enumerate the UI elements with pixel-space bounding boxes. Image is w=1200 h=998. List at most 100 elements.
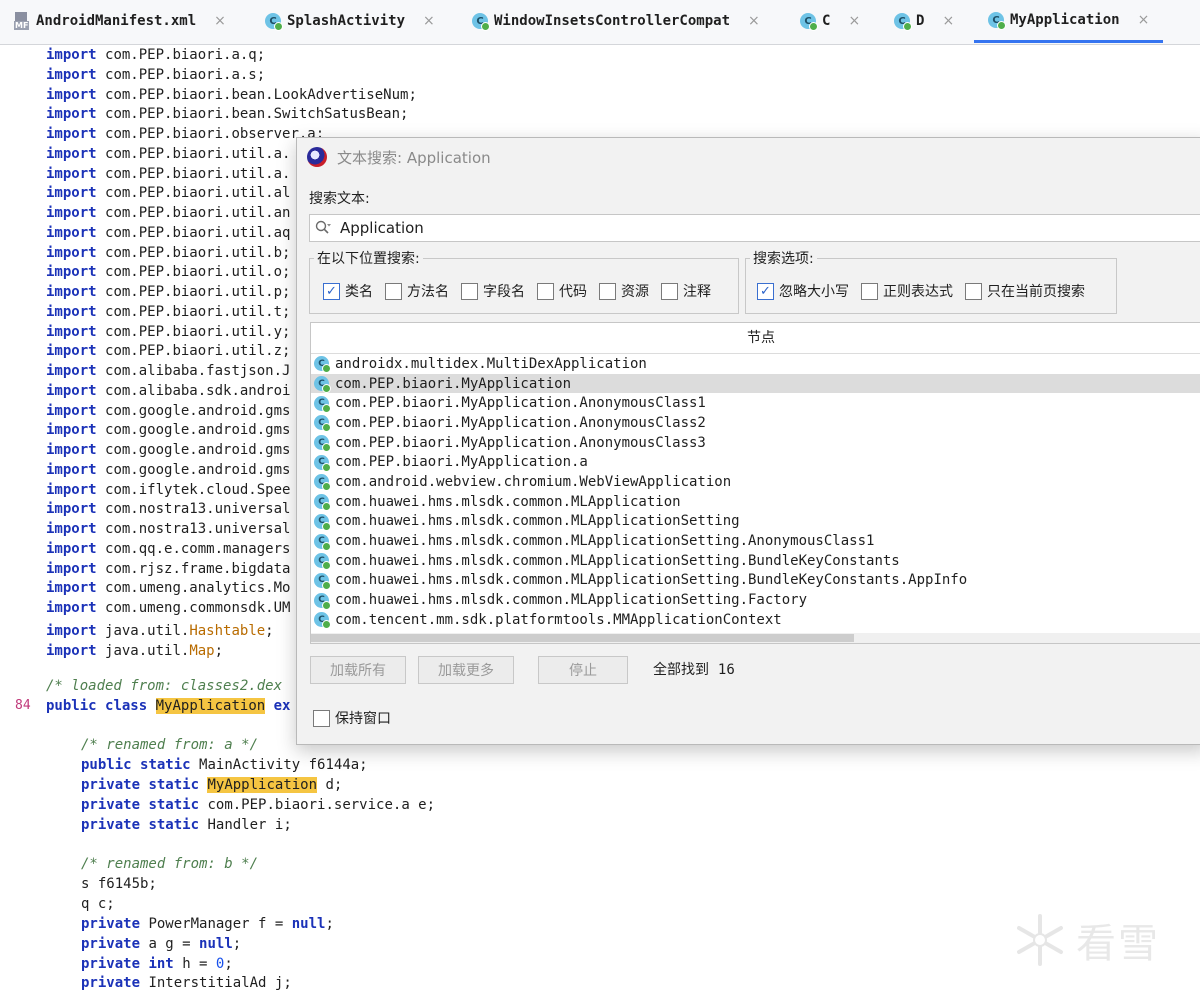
class-icon: C [265,13,283,31]
close-icon[interactable]: × [748,13,760,29]
close-icon[interactable]: × [214,13,226,29]
checkbox-regex[interactable]: 正则表达式 [861,281,953,301]
import-line: import com.nostra13.universal [46,521,291,537]
close-icon[interactable]: × [1138,12,1150,28]
result-row[interactable]: Ccom.PEP.biaori.MyApplication [311,373,1200,394]
checkbox-comment[interactable]: 注释 [661,281,711,301]
import-line: import com.google.android.gms [46,402,291,419]
code-line: private static Handler i; [81,817,292,833]
result-row[interactable]: Ccom.huawei.hms.mlsdk.common.MLApplicati… [311,571,1200,591]
class-icon: C [314,454,331,472]
class-icon: C [314,592,331,610]
import-line: import com.PEP.biaori.util.p; [46,284,291,300]
code-line: private static com.PEP.biaori.service.a … [81,797,436,813]
close-icon[interactable]: × [848,13,860,29]
load-more-button[interactable]: 加载更多 [418,656,514,684]
result-row[interactable]: Ccom.PEP.biaori.MyApplication.AnonymousC… [311,393,1200,413]
code-line: private int h = 0; [81,956,233,972]
checkbox-box[interactable] [385,282,402,300]
result-row[interactable]: Ccom.huawei.hms.mlsdk.common.MLApplicati… [311,512,1200,532]
checkbox-box[interactable] [861,282,878,300]
import-line: import com.PEP.biaori.util.t; [46,303,291,320]
tab-androidmanifest[interactable]: MF AndroidManifest.xml × [14,0,226,42]
scrollbar-thumb[interactable] [311,634,854,642]
import-line: import com.iflytek.cloud.Spee [46,481,291,498]
dialog-title-bar[interactable]: 文本搜索: Application [297,138,1200,176]
tab-d[interactable]: C D × [894,0,954,42]
results-list: Candroidx.multidex.MultiDexApplication Cc… [311,354,1200,630]
checkbox-fieldname[interactable]: 字段名 [461,281,525,301]
class-icon: C [800,13,818,31]
text-search-dialog: 文本搜索: Application 搜索文本: 在以下位置搜索: ✓类名 方法名… [296,137,1200,745]
result-label: com.PEP.biaori.MyApplication.AnonymousCl… [335,434,706,451]
result-label: com.huawei.hms.mlsdk.common.MLApplicatio… [335,513,740,530]
code-line: private a g = null; [81,936,242,952]
result-row[interactable]: Ccom.PEP.biaori.MyApplication.AnonymousC… [311,433,1200,453]
tab-c[interactable]: C C × [800,0,860,42]
class-icon: C [314,572,331,590]
class-icon: C [894,13,912,31]
code-line: s f6145b; [81,876,157,892]
horizontal-scrollbar[interactable] [311,633,1200,643]
checkbox-box[interactable] [461,282,478,300]
search-options: ✓ 忽略大小写 正则表达式 只在当前页搜索 [757,281,1097,301]
result-row[interactable]: Ccom.huawei.hms.mlsdk.common.MLApplicati… [311,590,1200,610]
close-icon[interactable]: × [942,13,954,29]
checkbox-ignore-case[interactable]: ✓ 忽略大小写 [757,281,849,301]
checkbox-box[interactable] [599,282,616,300]
tab-splashactivity[interactable]: C SplashActivity × [265,0,435,42]
tab-label: SplashActivity [287,13,406,29]
class-icon: C [314,415,331,433]
search-input[interactable] [338,218,1162,238]
result-row[interactable]: Ccom.tencent.mm.sdk.platformtools.MMAppl… [311,610,1200,630]
code-line: q c; [81,896,115,912]
load-all-button[interactable]: 加载所有 [310,656,406,684]
import-line: import com.PEP.biaori.bean.SwitchSatusBe… [46,106,409,123]
import-line: import com.alibaba.fastjson.J [46,363,291,379]
tab-windowinsetscontrollercompat[interactable]: C WindowInsetsControllerCompat × [472,0,760,42]
result-row[interactable]: Ccom.android.webview.chromium.WebViewApp… [311,472,1200,492]
tab-myapplication[interactable]: C MyApplication × [974,0,1164,43]
class-icon: C [314,395,331,413]
checkbox-current-page[interactable]: 只在当前页搜索 [965,281,1085,301]
checkbox-code[interactable]: 代码 [537,281,587,301]
search-box[interactable] [309,214,1200,242]
import-line: import com.PEP.biaori.util.an [46,205,291,221]
result-row[interactable]: Ccom.PEP.biaori.MyApplication.a [311,452,1200,472]
search-highlight: MyApplication [207,777,318,793]
search-options-legend: 搜索选项: [753,251,814,267]
result-label: androidx.multidex.MultiDexApplication [335,355,647,372]
tab-label: D [916,13,925,29]
results-table[interactable]: 节点 Candroidx.multidex.MultiDexApplicatio… [310,322,1200,644]
checkbox-box[interactable] [313,709,330,727]
checkbox-box[interactable] [537,282,554,300]
result-row[interactable]: Ccom.huawei.hms.mlsdk.common.MLApplicati… [311,551,1200,571]
result-row[interactable]: Ccom.PEP.biaori.MyApplication.AnonymousC… [311,413,1200,433]
result-row[interactable]: Ccom.huawei.hms.mlsdk.common.MLApplicati… [311,492,1200,512]
code-line: import java.util.Hashtable; [46,623,274,639]
checkbox-resource[interactable]: 资源 [599,281,649,301]
watermark-text: 看雪 [1076,921,1160,967]
checkbox-keep-window[interactable]: 保持窗口 [313,708,391,728]
tab-label: AndroidManifest.xml [36,13,197,29]
checkbox-classname[interactable]: ✓ 类名 [323,281,373,301]
class-icon: C [314,553,331,571]
checkbox-box[interactable] [965,282,982,300]
stop-button[interactable]: 停止 [538,656,628,684]
import-line: import com.PEP.biaori.util.al [46,185,291,202]
manifest-file-icon: MF [14,12,30,30]
result-label: com.PEP.biaori.MyApplication [335,375,572,392]
search-highlight: MyApplication [155,698,266,714]
checkbox-box[interactable]: ✓ [757,282,774,300]
close-icon[interactable]: × [423,13,435,29]
checkbox-box[interactable] [661,282,678,300]
result-label: com.huawei.hms.mlsdk.common.MLApplicatio… [335,552,900,569]
result-row[interactable]: Ccom.huawei.hms.mlsdk.common.MLApplicati… [311,531,1200,551]
result-row[interactable]: Candroidx.multidex.MultiDexApplication [311,354,1200,374]
checkbox-methodname[interactable]: 方法名 [385,281,449,301]
watermark: 看雪 [1010,910,1160,970]
tab-label: MyApplication [1010,12,1120,28]
checkbox-box[interactable]: ✓ [323,282,340,300]
search-icon [315,220,331,234]
code-line: private InterstitialAd j; [81,975,292,991]
